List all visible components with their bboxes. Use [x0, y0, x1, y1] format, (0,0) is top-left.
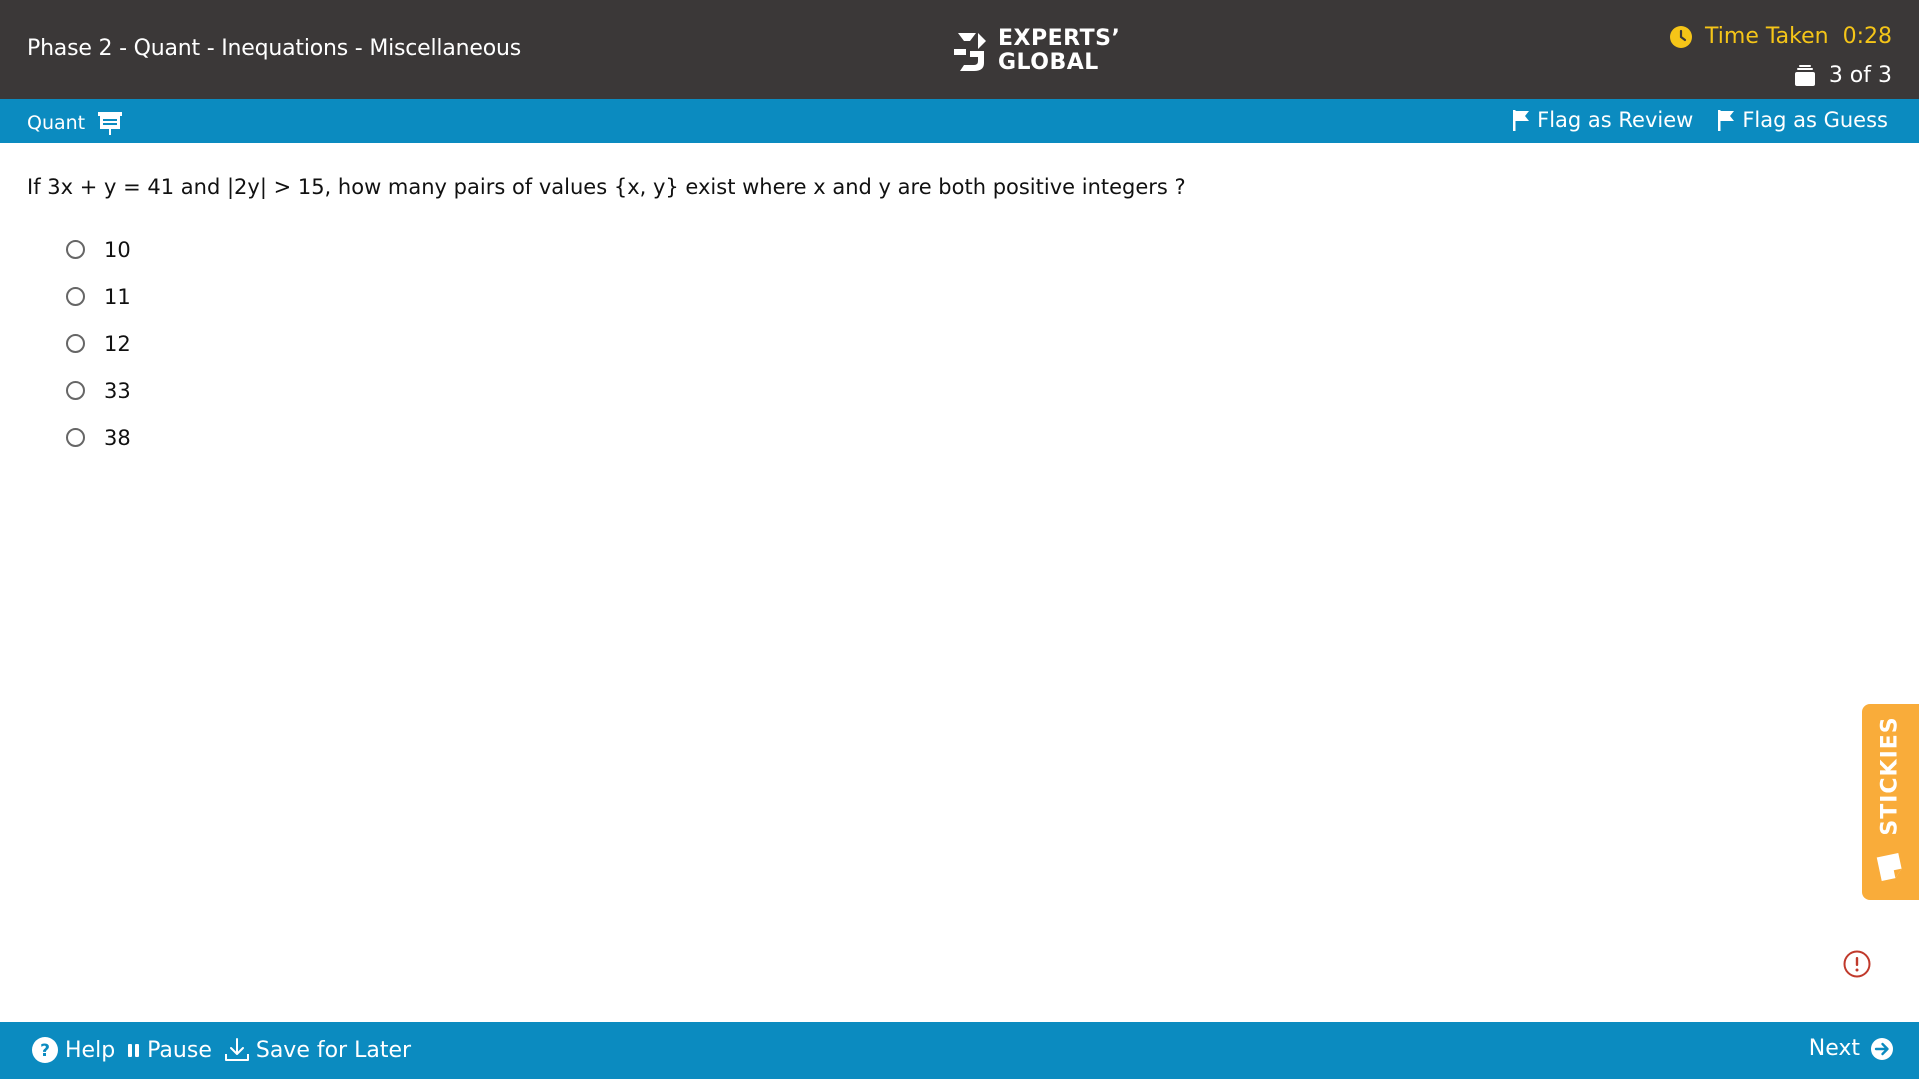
radio-button[interactable]: [66, 334, 85, 353]
presentation-icon[interactable]: [97, 110, 123, 136]
stickies-tab[interactable]: STICKIES: [1862, 704, 1919, 900]
time-label: Time Taken: [1705, 24, 1829, 49]
logo: EXPERTS’ GLOBAL: [950, 27, 1120, 75]
logo-line-1: EXPERTS’: [998, 26, 1121, 51]
save-for-later-button[interactable]: Save for Later: [224, 1037, 411, 1063]
answer-option[interactable]: 38: [66, 414, 131, 461]
radio-button[interactable]: [66, 240, 85, 259]
flag-as-review-button[interactable]: Flag as Review: [1512, 108, 1693, 132]
logo-text: EXPERTS’ GLOBAL: [998, 27, 1120, 75]
alert-icon[interactable]: [1842, 949, 1872, 979]
clock-icon: [1670, 25, 1693, 48]
radio-button[interactable]: [66, 381, 85, 400]
answer-option[interactable]: 11: [66, 273, 131, 320]
sticky-note-icon: [1876, 852, 1902, 882]
help-icon: ?: [32, 1037, 58, 1063]
flag-icon: [1513, 110, 1530, 131]
radio-button[interactable]: [66, 287, 85, 306]
radio-button[interactable]: [66, 428, 85, 447]
next-label: Next: [1808, 1036, 1860, 1061]
help-label: Help: [65, 1037, 116, 1063]
answer-option[interactable]: 12: [66, 320, 131, 367]
question-counter: 3 of 3: [1793, 63, 1892, 88]
logo-icon: [954, 33, 986, 71]
flag-buttons: Flag as Review Flag as Guess: [1488, 108, 1888, 132]
svg-text:?: ?: [40, 1041, 50, 1061]
flag-review-label: Flag as Review: [1537, 108, 1694, 132]
stack-icon: [1794, 64, 1815, 86]
save-label: Save for Later: [255, 1037, 412, 1063]
page-title: Phase 2 - Quant - Inequations - Miscella…: [27, 36, 521, 61]
help-button[interactable]: ? Help: [31, 1036, 115, 1064]
time-value: 0:28: [1842, 24, 1892, 49]
download-icon: [224, 1038, 249, 1061]
pause-label: Pause: [147, 1037, 212, 1063]
arrow-right-icon: [1871, 1037, 1893, 1060]
next-button[interactable]: Next: [1809, 1036, 1894, 1061]
bottom-toolbar: ? Help Pause Save for Later Next: [0, 1022, 1919, 1079]
answer-option[interactable]: 10: [66, 226, 131, 273]
option-label: 10: [104, 237, 131, 262]
flag-as-guess-button[interactable]: Flag as Guess: [1717, 108, 1888, 132]
flag-icon: [1718, 110, 1735, 131]
pause-icon: [128, 1044, 140, 1057]
option-label: 11: [104, 284, 131, 309]
logo-line-2: GLOBAL: [998, 50, 1099, 75]
counter-text: 3 of 3: [1828, 63, 1892, 88]
pause-button[interactable]: Pause: [127, 1038, 212, 1063]
answer-options: 10 11 12 33 38: [66, 226, 131, 461]
section-label-group: Quant: [27, 110, 123, 136]
answer-option[interactable]: 33: [66, 367, 131, 414]
flag-guess-label: Flag as Guess: [1742, 108, 1888, 132]
option-label: 38: [104, 425, 131, 450]
option-label: 12: [104, 331, 131, 356]
option-label: 33: [104, 378, 131, 403]
section-bar: Quant Flag as Review Flag as Guess: [0, 99, 1919, 143]
section-label: Quant: [27, 112, 86, 134]
timer: Time Taken 0:28: [1669, 24, 1892, 49]
question-text: If 3x + y = 41 and |2y| > 15, how many p…: [27, 175, 1186, 199]
top-header: Phase 2 - Quant - Inequations - Miscella…: [0, 0, 1919, 99]
bottom-left-buttons: ? Help Pause Save for Later: [31, 1036, 423, 1064]
stickies-label: STICKIES: [1877, 716, 1903, 836]
